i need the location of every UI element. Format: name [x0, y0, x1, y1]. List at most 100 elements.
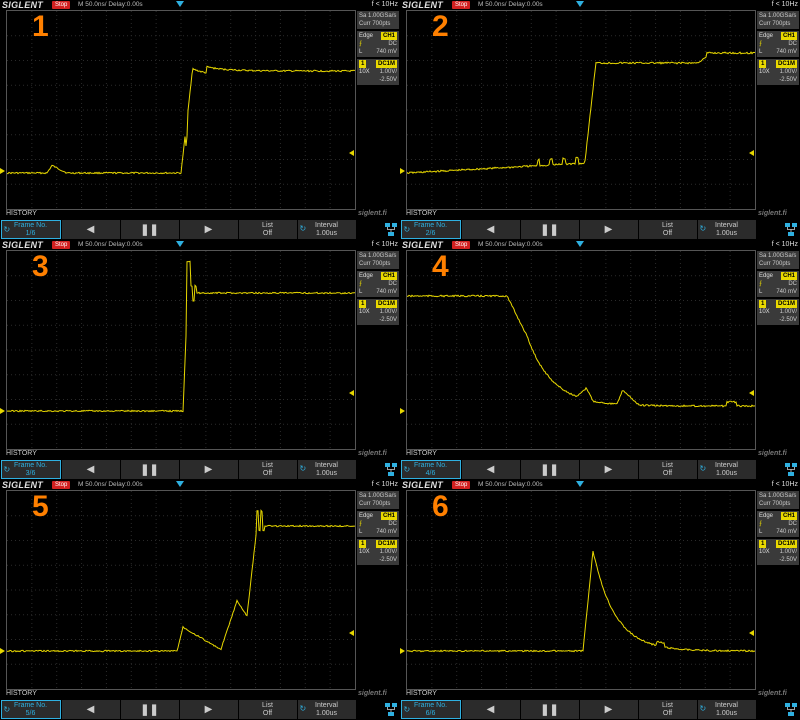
network-status[interactable] — [756, 460, 799, 479]
frame-number-button[interactable]: ↻ Frame No. 1/6 — [0, 220, 61, 239]
frame-number-button[interactable]: ↻ Frame No. 3/6 — [0, 460, 61, 479]
prev-frame-button[interactable]: ◀ — [61, 220, 120, 239]
channel-info-box[interactable]: 1 DC1M 10X 1.00V/ -2.50V — [757, 539, 799, 565]
trigger-level-marker[interactable] — [349, 150, 354, 156]
trigger-info-box[interactable]: Edge CH1 ⨍ DC L 740 mV — [757, 511, 799, 537]
prev-frame-button[interactable]: ◀ — [461, 220, 520, 239]
prev-frame-button[interactable]: ◀ — [61, 460, 120, 479]
channel-offset-marker[interactable] — [0, 168, 5, 174]
network-status[interactable] — [356, 460, 399, 479]
side-info-panel: Sa 1.00GSa/s Curr 700pts Edge CH1 ⨍ DC L 74… — [356, 490, 400, 688]
trigger-info-box[interactable]: Edge CH1 ⨍ DC L 740 mV — [357, 31, 399, 57]
run-state-badge[interactable]: Stop — [52, 241, 71, 249]
interval-button[interactable]: ↻ Interval 1.00us — [297, 700, 356, 719]
frame-number-button[interactable]: ↻ Frame No. 6/6 — [400, 700, 461, 719]
frame-number-button[interactable]: ↻ Frame No. 5/6 — [0, 700, 61, 719]
watermark: siglent.fi — [758, 690, 787, 697]
next-frame-button[interactable]: ▶ — [179, 700, 238, 719]
next-frame-button[interactable]: ▶ — [179, 460, 238, 479]
trigger-level-marker[interactable] — [749, 630, 754, 636]
run-state-badge[interactable]: Stop — [452, 241, 471, 249]
channel-coupling-badge: DC1M — [375, 300, 397, 308]
channel-offset-marker[interactable] — [400, 648, 405, 654]
list-button[interactable]: List Off — [238, 460, 297, 479]
list-button[interactable]: List Off — [238, 220, 297, 239]
trigger-info-box[interactable]: Edge CH1 ⨍ DC L 740 mV — [757, 271, 799, 297]
list-button[interactable]: List Off — [638, 220, 697, 239]
trigger-level-marker[interactable] — [749, 150, 754, 156]
frame-number-button[interactable]: ↻ Frame No. 4/6 — [400, 460, 461, 479]
frequency-readout: f < 10Hz — [771, 481, 798, 488]
list-button[interactable]: List Off — [638, 460, 697, 479]
memory-depth-readout: Curr 700pts — [759, 21, 791, 27]
run-state-badge[interactable]: Stop — [452, 1, 471, 9]
waveform-grid[interactable] — [406, 490, 756, 690]
interval-button[interactable]: ↻ Interval 1.00us — [697, 220, 756, 239]
panel-number-label: 5 — [32, 490, 49, 523]
channel-info-box[interactable]: 1 DC1M 10X 1.00V/ -2.50V — [757, 299, 799, 325]
timebase-readout: M 50.0ns/ Delay:0.00s — [478, 241, 543, 248]
channel-offset-marker[interactable] — [400, 408, 405, 414]
trigger-level-marker[interactable] — [349, 390, 354, 396]
interval-button[interactable]: ↻ Interval 1.00us — [297, 220, 356, 239]
softkey-bar: ↻ Frame No. 1/6 ◀ ❚❚ ▶ List Off ↻ Interval… — [0, 219, 400, 240]
panel-number-label: 6 — [432, 490, 449, 523]
play-backward-icon: ◀ — [486, 463, 495, 475]
trigger-source-badge: CH1 — [380, 512, 397, 520]
run-state-badge[interactable]: Stop — [52, 481, 71, 489]
list-button[interactable]: List Off — [238, 700, 297, 719]
channel-offset-marker[interactable] — [0, 648, 5, 654]
trigger-info-box[interactable]: Edge CH1 ⨍ DC L 740 mV — [757, 31, 799, 57]
next-frame-button[interactable]: ▶ — [579, 700, 638, 719]
next-frame-button[interactable]: ▶ — [179, 220, 238, 239]
trigger-info-box[interactable]: Edge CH1 ⨍ DC L 740 mV — [357, 511, 399, 537]
trigger-level-marker[interactable] — [349, 630, 354, 636]
frame-number-value: 6/6 — [425, 709, 436, 717]
run-state-badge[interactable]: Stop — [52, 1, 71, 9]
channel-offset-marker[interactable] — [400, 168, 405, 174]
channel-info-box[interactable]: 1 DC1M 10X 1.00V/ -2.50V — [357, 59, 399, 85]
channel-info-box[interactable]: 1 DC1M 10X 1.00V/ -2.50V — [357, 539, 399, 565]
memory-depth-readout: Curr 700pts — [359, 501, 391, 507]
waveform-grid[interactable] — [406, 250, 756, 450]
prev-frame-button[interactable]: ◀ — [61, 700, 120, 719]
network-status[interactable] — [756, 220, 799, 239]
waveform-grid[interactable] — [6, 490, 356, 690]
interval-button[interactable]: ↻ Interval 1.00us — [697, 700, 756, 719]
next-frame-button[interactable]: ▶ — [579, 220, 638, 239]
network-status[interactable] — [756, 700, 799, 719]
run-state-badge[interactable]: Stop — [452, 481, 471, 489]
play-backward-icon: ◀ — [86, 463, 95, 475]
frame-number-value: 4/6 — [425, 469, 436, 477]
waveform-grid[interactable] — [406, 10, 756, 210]
trigger-info-box[interactable]: Edge CH1 ⨍ DC L 740 mV — [357, 271, 399, 297]
pause-button[interactable]: ❚❚ — [520, 220, 579, 239]
knob-icon: ↻ — [299, 464, 307, 473]
network-status[interactable] — [356, 220, 399, 239]
waveform-grid[interactable] — [6, 250, 356, 450]
memory-depth-readout: Curr 700pts — [759, 501, 791, 507]
network-status[interactable] — [356, 700, 399, 719]
pause-button[interactable]: ❚❚ — [520, 460, 579, 479]
waveform-grid[interactable] — [6, 10, 356, 210]
frame-number-button[interactable]: ↻ Frame No. 2/6 — [400, 220, 461, 239]
next-frame-button[interactable]: ▶ — [579, 460, 638, 479]
frame-number-value: 3/6 — [25, 469, 36, 477]
watermark: siglent.fi — [358, 210, 387, 217]
pause-button[interactable]: ❚❚ — [120, 700, 179, 719]
interval-button[interactable]: ↻ Interval 1.00us — [297, 460, 356, 479]
channel-info-box[interactable]: 1 DC1M 10X 1.00V/ -2.50V — [357, 299, 399, 325]
pause-button[interactable]: ❚❚ — [520, 700, 579, 719]
interval-button[interactable]: ↻ Interval 1.00us — [697, 460, 756, 479]
trigger-level-marker[interactable] — [749, 390, 754, 396]
softkey-bar: ↻ Frame No. 6/6 ◀ ❚❚ ▶ List Off ↻ Interval… — [400, 699, 800, 720]
channel-offset-marker[interactable] — [0, 408, 5, 414]
list-button[interactable]: List Off — [638, 700, 697, 719]
prev-frame-button[interactable]: ◀ — [461, 460, 520, 479]
channel-info-box[interactable]: 1 DC1M 10X 1.00V/ -2.50V — [757, 59, 799, 85]
knob-icon: ↻ — [3, 225, 11, 234]
pause-button[interactable]: ❚❚ — [120, 220, 179, 239]
pause-button[interactable]: ❚❚ — [120, 460, 179, 479]
status-bar: SIGLENT Stop M 50.0ns/ Delay:0.00s f < 1… — [400, 0, 800, 10]
prev-frame-button[interactable]: ◀ — [461, 700, 520, 719]
